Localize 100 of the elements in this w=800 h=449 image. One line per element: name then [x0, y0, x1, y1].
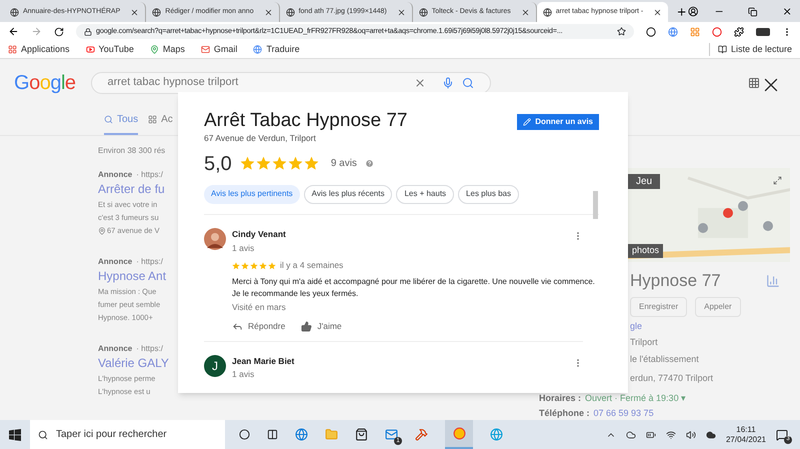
results-count: Environ 38 300 rés [98, 145, 166, 157]
bookmark-link[interactable]: Traduire [253, 42, 300, 56]
close-tab-icon[interactable] [264, 8, 273, 16]
review-action[interactable]: J'aime [301, 320, 342, 332]
reading-list-button[interactable]: Liste de lecture [708, 42, 792, 56]
scrollbar[interactable] [593, 191, 598, 219]
thumbs-up-icon [301, 320, 312, 332]
clear-icon[interactable] [414, 76, 426, 88]
panel-text: Trilport [630, 336, 658, 349]
detail-label: Téléphone : [539, 407, 590, 420]
review-count: 9 avis [330, 157, 357, 172]
bookmark-icon [200, 45, 210, 54]
pin-icon [98, 226, 106, 234]
reload-icon[interactable] [54, 26, 64, 36]
close-tab-icon[interactable] [396, 8, 406, 16]
logo[interactable]: Google [14, 72, 76, 94]
review-action[interactable]: Répondre [232, 320, 286, 332]
new-tab-icon[interactable] [676, 6, 688, 18]
profile-icon[interactable] [688, 6, 698, 17]
wifi-icon[interactable] [666, 430, 676, 440]
sort-chip[interactable]: Avis les plus pertinents [204, 184, 300, 204]
clock-time[interactable]: 16:11 [736, 424, 756, 434]
sort-chip[interactable]: Les + hauts [396, 184, 454, 204]
restore-icon[interactable] [748, 7, 758, 17]
favicon-icon [286, 8, 295, 16]
bookmark-star-icon[interactable] [617, 27, 626, 36]
taskbar-search-field[interactable]: Taper ici pour rechercher [30, 420, 225, 449]
pencil-icon [523, 118, 532, 126]
star-icon [240, 156, 255, 172]
close-tab-icon[interactable] [653, 8, 662, 16]
write-review-button[interactable]: Donner un avis [517, 114, 599, 130]
avatar[interactable] [204, 228, 226, 250]
favicon-icon [152, 8, 162, 16]
windows-logo-icon[interactable] [9, 428, 21, 440]
search-icon [38, 430, 48, 440]
store-icon[interactable] [355, 428, 368, 441]
help-icon[interactable] [364, 159, 374, 168]
back-icon[interactable] [8, 26, 19, 37]
clock-date[interactable]: 27/04/2021 [726, 434, 766, 444]
battery-icon[interactable] [646, 430, 656, 440]
detail-label: Horaires : [539, 392, 582, 404]
timeline-icon[interactable] [267, 429, 278, 440]
sort-chip[interactable]: Les plus bas [458, 184, 519, 204]
cloud-icon[interactable] [706, 430, 716, 440]
search-field[interactable]: arret tabac hypnose trilport [90, 72, 491, 94]
bookmark-link[interactable]: Gmail [200, 42, 238, 56]
business-title: Hypnose 77 [630, 270, 722, 292]
ad-label: Annonce [98, 169, 132, 181]
close-tab-icon[interactable] [130, 8, 140, 16]
volume-icon[interactable] [686, 430, 696, 440]
extension-icon[interactable] [646, 26, 656, 36]
bookmark-link[interactable]: YouTube [86, 42, 134, 56]
star-icon [256, 156, 271, 172]
browser-icon[interactable] [295, 428, 308, 441]
close-tab-icon[interactable] [520, 8, 530, 16]
notifications-icon[interactable] [776, 428, 788, 440]
visit-date: Visité en mars [232, 301, 287, 314]
avatar[interactable]: J [204, 354, 226, 376]
favicon-icon [10, 8, 19, 16]
bookmark-link[interactable]: Maps [150, 42, 185, 56]
rating-value: 5,0 [204, 152, 232, 177]
search-icon [104, 115, 113, 124]
reviewer-review-count: 1 avis [232, 242, 256, 254]
lock-icon [84, 28, 92, 36]
search-icon[interactable] [462, 76, 474, 88]
chart-icon [766, 274, 780, 288]
reviewer-name[interactable]: Cindy Venant [232, 228, 573, 240]
detail-value: Ouvert · Fermé à 19:30 ▾ [585, 392, 686, 404]
bookmark-link[interactable]: Applications [8, 42, 70, 56]
action-button[interactable]: Appeler [695, 296, 741, 316]
bookmark-icon [86, 45, 95, 54]
close-window-icon[interactable] [782, 6, 792, 17]
mic-icon[interactable] [442, 76, 454, 88]
star-icon [272, 156, 287, 172]
star-icon [288, 156, 303, 172]
reviewer-name[interactable]: Jean Marie Biet [232, 354, 573, 368]
ad-label: Annonce [98, 343, 132, 355]
panel-text: le l'établissement [630, 352, 699, 366]
expand-icon[interactable] [773, 176, 782, 185]
extensions-icon[interactable] [734, 26, 744, 36]
panel-text: gle [630, 320, 642, 333]
detail-value: 07 66 59 93 75 [594, 407, 654, 420]
map-button[interactable]: Jeu [628, 174, 660, 189]
favicon-icon [418, 8, 428, 16]
sort-chip[interactable]: Avis les plus récents [304, 184, 392, 204]
mail-icon[interactable] [385, 428, 398, 441]
map-button[interactable]: photos [628, 244, 664, 258]
dialog-title: Arrêt Tabac Hypnose 77 [204, 110, 408, 132]
bookmark-icon [150, 45, 159, 54]
review-time: il y a 4 semaines [280, 259, 344, 272]
review-text: Merci à Tony qui m'a aidé et accompagné pour me libérer de la cigarette. Une nouvelle vie commence. Je le recommande les yeux fermés. [232, 276, 596, 300]
apps-icon[interactable] [748, 76, 760, 88]
extension-icon[interactable] [756, 28, 770, 36]
reading-list-icon [718, 45, 727, 54]
reply-icon [232, 320, 243, 332]
task-view-icon[interactable] [239, 429, 250, 440]
ad-label: Annonce [98, 256, 132, 268]
search-tab[interactable]: Ac [148, 112, 173, 135]
favicon-icon [542, 8, 552, 16]
action-button[interactable]: Enregistrer [630, 296, 688, 316]
